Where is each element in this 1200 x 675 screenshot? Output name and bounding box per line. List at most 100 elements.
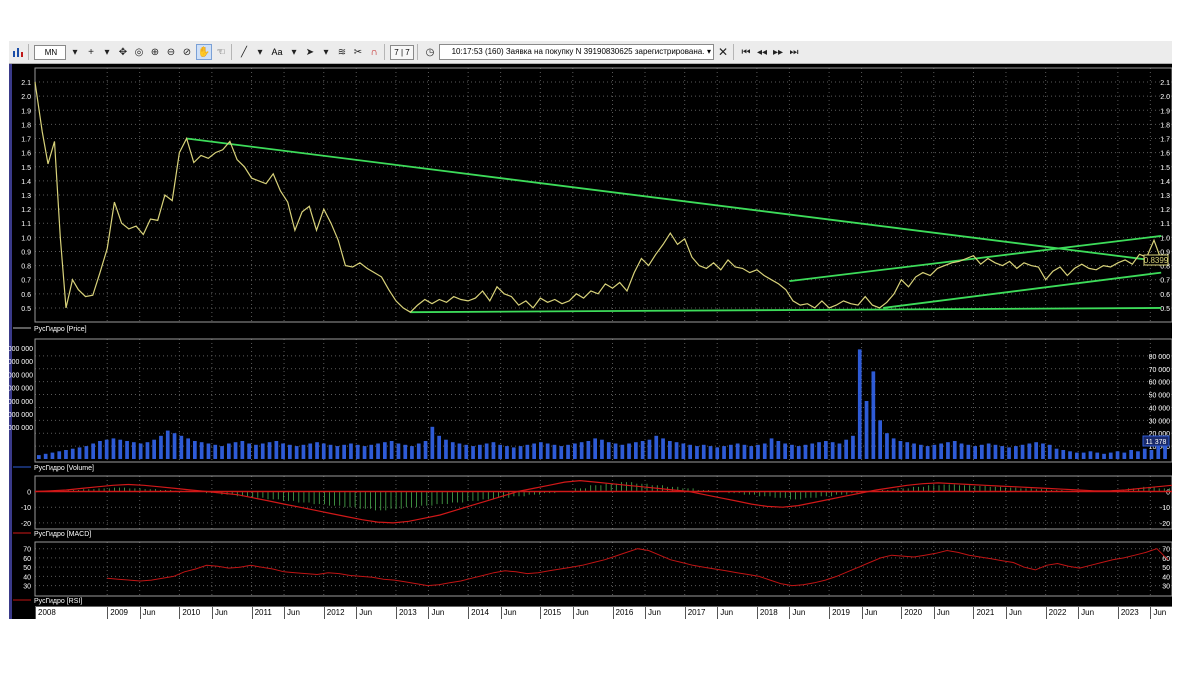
volume-bar[interactable]: [898, 441, 903, 459]
volume-bar[interactable]: [1041, 443, 1045, 460]
volume-bar[interactable]: [1095, 452, 1100, 459]
volume-bar[interactable]: [864, 401, 869, 459]
volume-bar[interactable]: [762, 443, 767, 460]
volume-bar[interactable]: [118, 439, 123, 459]
volume-bar[interactable]: [199, 442, 204, 459]
volume-bar[interactable]: [559, 446, 564, 459]
volume-bar[interactable]: [1122, 452, 1127, 459]
volume-bar[interactable]: [260, 443, 265, 460]
volume-bar[interactable]: [613, 443, 618, 460]
volume-bar[interactable]: [478, 444, 482, 459]
volume-bar[interactable]: [484, 443, 489, 460]
volume-bar[interactable]: [573, 443, 577, 460]
volume-bar[interactable]: [335, 446, 340, 459]
volume-bar[interactable]: [328, 444, 333, 459]
volume-bar[interactable]: [1081, 452, 1086, 459]
volume-bar[interactable]: [993, 444, 998, 459]
volume-bar[interactable]: [885, 433, 889, 459]
pan-icon[interactable]: ✋: [196, 44, 212, 60]
volume-bar[interactable]: [132, 442, 136, 459]
volume-bar[interactable]: [579, 442, 584, 459]
volume-bar[interactable]: [803, 444, 808, 459]
volume-bar[interactable]: [952, 441, 957, 459]
volume-bar[interactable]: [722, 446, 726, 459]
volume-bar[interactable]: [919, 444, 923, 459]
volume-bar[interactable]: [668, 441, 672, 459]
volume-bar[interactable]: [511, 447, 516, 459]
volume-bar[interactable]: [457, 443, 462, 460]
volume-bar[interactable]: [498, 444, 502, 459]
ruler-icon[interactable]: ⊘: [180, 45, 194, 59]
volume-bar[interactable]: [281, 443, 285, 460]
volume-bar[interactable]: [355, 444, 360, 459]
volume-bar[interactable]: [925, 446, 930, 459]
volume-bar[interactable]: [301, 444, 306, 459]
volume-bar[interactable]: [749, 446, 754, 459]
volume-bar[interactable]: [125, 441, 129, 459]
volume-bar[interactable]: [681, 443, 686, 460]
volume-bar[interactable]: [634, 442, 638, 459]
volume-bar[interactable]: [91, 443, 95, 460]
volume-bar[interactable]: [70, 448, 75, 459]
volume-bar[interactable]: [233, 442, 238, 459]
fibonacci-icon[interactable]: ≋: [335, 45, 349, 59]
volume-bar[interactable]: [172, 433, 177, 459]
volume-bar[interactable]: [1075, 452, 1079, 459]
volume-bar[interactable]: [783, 443, 787, 460]
volume-bar[interactable]: [430, 426, 435, 459]
volume-bar[interactable]: [620, 444, 625, 459]
volume-bar[interactable]: [294, 446, 299, 459]
close-icon[interactable]: ✕: [716, 45, 730, 59]
volume-bar[interactable]: [796, 446, 801, 459]
crosshair-icon[interactable]: +: [84, 45, 98, 59]
volume-bar[interactable]: [701, 444, 706, 459]
volume-bar[interactable]: [1007, 447, 1011, 459]
volume-bar[interactable]: [220, 446, 224, 459]
volume-bar[interactable]: [423, 441, 428, 459]
first-page-icon[interactable]: ⏮: [739, 45, 753, 59]
trendline[interactable]: [883, 271, 1162, 309]
volume-bar[interactable]: [837, 443, 842, 460]
volume-bar[interactable]: [444, 439, 448, 459]
volume-bar[interactable]: [1088, 451, 1093, 459]
volume-bar[interactable]: [661, 438, 665, 459]
text-tool-button[interactable]: Aa: [269, 44, 285, 60]
volume-bar[interactable]: [654, 435, 659, 459]
volume-bar[interactable]: [695, 446, 699, 459]
volume-bar[interactable]: [851, 435, 855, 459]
volume-bar[interactable]: [742, 444, 747, 459]
volume-bar[interactable]: [586, 441, 591, 459]
volume-bar[interactable]: [939, 443, 943, 460]
volume-bar[interactable]: [566, 444, 570, 459]
volume-bar[interactable]: [1129, 450, 1133, 459]
prev-page-icon[interactable]: ◂◂: [755, 45, 769, 59]
volume-bar[interactable]: [186, 438, 190, 459]
volume-bar[interactable]: [104, 439, 109, 459]
volume-bar[interactable]: [179, 435, 184, 459]
volume-bar[interactable]: [552, 444, 557, 459]
volume-bar[interactable]: [43, 453, 48, 459]
volume-bar[interactable]: [1061, 450, 1066, 459]
volume-bar[interactable]: [776, 441, 781, 459]
volume-bar[interactable]: [810, 443, 815, 460]
volume-bar[interactable]: [416, 443, 421, 460]
volume-bar[interactable]: [213, 444, 218, 459]
volume-bar[interactable]: [525, 444, 530, 459]
chevron-down-icon[interactable]: ▾: [253, 45, 267, 59]
volume-bar[interactable]: [491, 442, 496, 459]
volume-bar[interactable]: [159, 435, 163, 459]
delete-drawings-icon[interactable]: ✂: [351, 45, 365, 59]
zoom-out-icon[interactable]: ⊖: [164, 45, 178, 59]
volume-bar[interactable]: [362, 446, 367, 459]
volume-bar[interactable]: [111, 438, 116, 459]
volume-bar[interactable]: [64, 450, 68, 459]
volume-bar[interactable]: [410, 446, 414, 459]
volume-bar[interactable]: [342, 444, 346, 459]
volume-bar[interactable]: [369, 444, 374, 459]
zoom-in-icon[interactable]: ⊕: [148, 45, 162, 59]
volume-bar[interactable]: [980, 444, 984, 459]
timeframe-select[interactable]: MN: [34, 44, 66, 60]
volume-bar[interactable]: [1068, 451, 1072, 459]
volume-bar[interactable]: [647, 439, 652, 459]
volume-bar[interactable]: [912, 443, 916, 460]
